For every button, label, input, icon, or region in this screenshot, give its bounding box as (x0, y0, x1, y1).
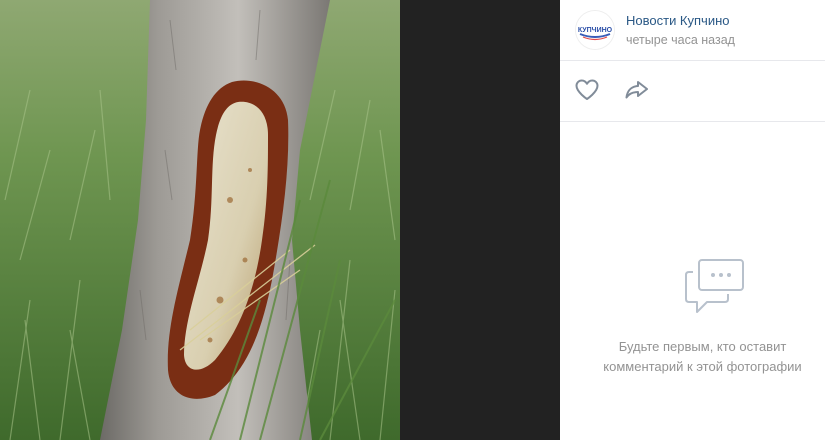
comments-empty-text: Будьте первым, кто оставит комментарий к… (580, 337, 825, 377)
post-actions (560, 60, 825, 122)
comment-bubble-icon (685, 259, 744, 313)
kupchino-logo-icon: КУПЧИНО (576, 11, 614, 49)
post-time[interactable]: четыре часа назад (626, 33, 735, 47)
post-author-header: КУПЧИНО Новости Купчино четыре часа наза… (560, 0, 825, 61)
author-avatar[interactable]: КУПЧИНО (575, 10, 615, 50)
share-button[interactable] (624, 78, 650, 102)
tree-trunk-photo[interactable] (0, 0, 400, 440)
author-name-link[interactable]: Новости Купчино (626, 13, 730, 28)
share-arrow-icon (625, 81, 648, 99)
like-button[interactable] (574, 78, 600, 102)
heart-icon (575, 79, 599, 100)
comments-empty-state: Будьте первым, кто оставит комментарий к… (560, 122, 825, 440)
avatar-logo-text: КУПЧИНО (578, 27, 613, 34)
empty-text-line1: Будьте первым, кто оставит (618, 339, 787, 354)
side-panel: КУПЧИНО Новости Купчино четыре часа наза… (560, 0, 825, 440)
empty-text-line2: комментарий к этой фотографии (603, 359, 802, 374)
photo-viewer (0, 0, 560, 440)
